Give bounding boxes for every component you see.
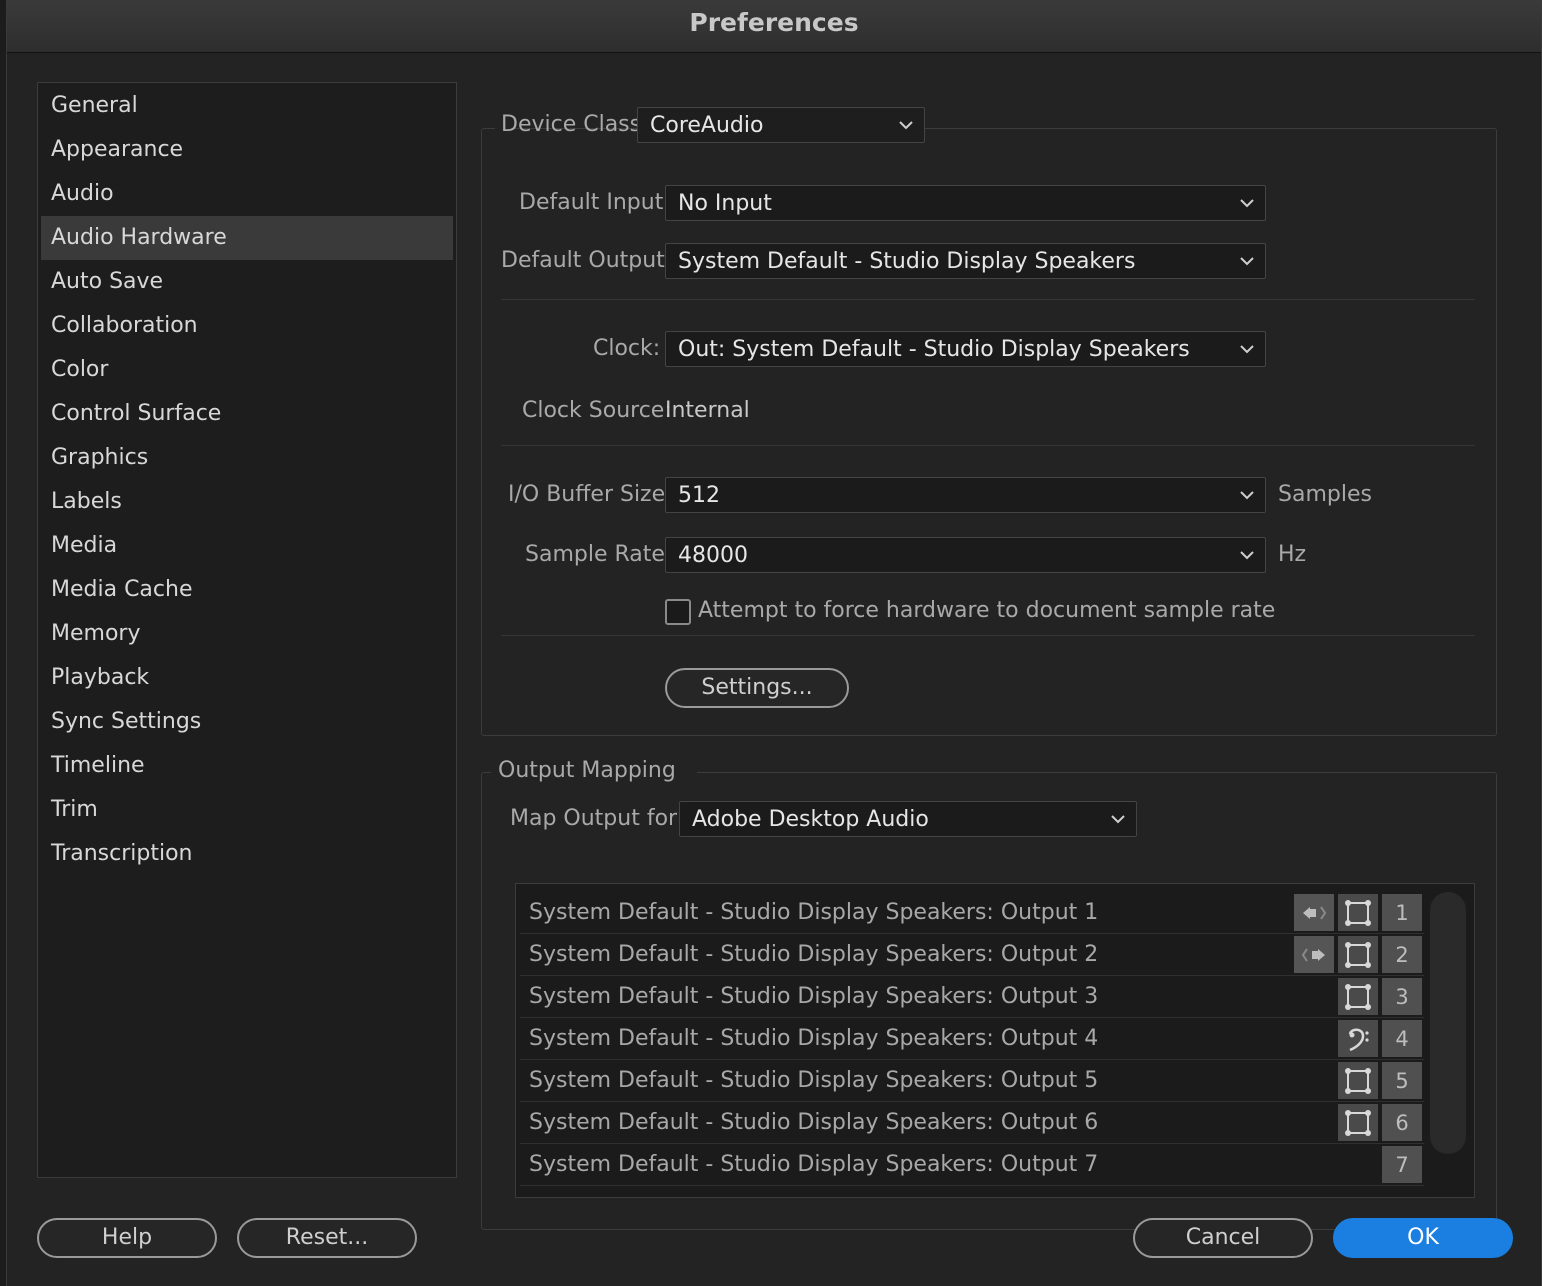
- buffer-size-select[interactable]: 512: [665, 477, 1266, 513]
- preferences-window: Preferences General Appearance Audio Audio …: [6, 0, 1542, 1286]
- sample-rate-label: Sample Rate:: [525, 542, 673, 567]
- map-output-for-label: Map Output for:: [510, 806, 685, 831]
- output-row-label: System Default - Studio Display Speakers…: [529, 1068, 1099, 1093]
- buffer-size-value: 512: [678, 483, 720, 508]
- sidebar-list: General Appearance Audio Audio Hardware Auto…: [38, 83, 456, 876]
- clock-select[interactable]: Out: System Default - Studio Display Spe…: [665, 331, 1266, 367]
- right-speaker-icon[interactable]: [1294, 936, 1334, 973]
- channel-number[interactable]: 7: [1382, 1146, 1422, 1183]
- force-sample-rate-label: Attempt to force hardware to document sa…: [698, 598, 1276, 623]
- output-row-label: System Default - Studio Display Speakers…: [529, 900, 1099, 925]
- reset-button[interactable]: Reset...: [237, 1218, 417, 1258]
- sidebar-item-media[interactable]: Media: [41, 524, 453, 568]
- default-output-value: System Default - Studio Display Speakers: [678, 249, 1136, 274]
- divider: [501, 635, 1475, 636]
- mono-speaker-icon[interactable]: [1338, 978, 1378, 1015]
- cancel-button[interactable]: Cancel: [1133, 1218, 1313, 1258]
- channel-number[interactable]: 5: [1382, 1062, 1422, 1099]
- clock-source-label: Clock Source:: [522, 398, 672, 423]
- chevron-down-icon: [1111, 815, 1125, 824]
- sample-rate-value: 48000: [678, 543, 748, 568]
- buffer-unit: Samples: [1278, 482, 1372, 507]
- window-title: Preferences: [7, 0, 1541, 53]
- sidebar-item-trim[interactable]: Trim: [41, 788, 453, 832]
- output-mapping-row[interactable]: System Default - Studio Display Speakers…: [520, 1102, 1424, 1144]
- output-row-label: System Default - Studio Display Speakers…: [529, 1152, 1099, 1177]
- left-speaker-icon[interactable]: [1294, 894, 1334, 931]
- output-mapping-list: System Default - Studio Display Speakers…: [515, 883, 1475, 1198]
- clock-source-value: Internal: [665, 398, 750, 423]
- sidebar-item-auto-save[interactable]: Auto Save: [41, 260, 453, 304]
- sidebar-item-appearance[interactable]: Appearance: [41, 128, 453, 172]
- output-mapping-row[interactable]: System Default - Studio Display Speakers…: [520, 1060, 1424, 1102]
- sidebar-item-labels[interactable]: Labels: [41, 480, 453, 524]
- sidebar-item-transcription[interactable]: Transcription: [41, 832, 453, 876]
- default-output-label: Default Output:: [501, 248, 673, 273]
- sidebar-item-control-surface[interactable]: Control Surface: [41, 392, 453, 436]
- default-input-value: No Input: [678, 191, 772, 216]
- sidebar-item-general[interactable]: General: [41, 84, 453, 128]
- lfe-bass-clef-icon[interactable]: [1338, 1020, 1378, 1057]
- sidebar-item-collaboration[interactable]: Collaboration: [41, 304, 453, 348]
- channel-number[interactable]: 6: [1382, 1104, 1422, 1141]
- device-class-label: Device Class:: [501, 112, 649, 137]
- chevron-down-icon: [1240, 491, 1254, 500]
- chevron-down-icon: [1240, 257, 1254, 266]
- sample-rate-unit: Hz: [1278, 542, 1307, 567]
- mono-speaker-icon[interactable]: [1338, 936, 1378, 973]
- channel-number[interactable]: 3: [1382, 978, 1422, 1015]
- sidebar-item-sync-settings[interactable]: Sync Settings: [41, 700, 453, 744]
- device-class-select[interactable]: CoreAudio: [637, 107, 925, 143]
- sidebar-item-color[interactable]: Color: [41, 348, 453, 392]
- default-input-label: Default Input:: [519, 190, 671, 215]
- output-mapping-row[interactable]: System Default - Studio Display Speakers…: [520, 976, 1424, 1018]
- sidebar-item-audio[interactable]: Audio: [41, 172, 453, 216]
- chevron-down-icon: [1240, 551, 1254, 560]
- mono-speaker-icon[interactable]: [1338, 894, 1378, 931]
- list-scrollbar[interactable]: [1430, 892, 1466, 1154]
- divider: [501, 445, 1475, 446]
- output-row-label: System Default - Studio Display Speakers…: [529, 984, 1099, 1009]
- preferences-sidebar: General Appearance Audio Audio Hardware Auto…: [37, 82, 457, 1178]
- sidebar-item-media-cache[interactable]: Media Cache: [41, 568, 453, 612]
- chevron-down-icon: [899, 121, 913, 130]
- channel-number[interactable]: 4: [1382, 1020, 1422, 1057]
- device-class-value: CoreAudio: [650, 113, 764, 138]
- map-output-for-select[interactable]: Adobe Desktop Audio: [679, 801, 1137, 837]
- output-row-label: System Default - Studio Display Speakers…: [529, 1110, 1099, 1135]
- chevron-down-icon: [1240, 345, 1254, 354]
- map-output-for-value: Adobe Desktop Audio: [692, 807, 929, 832]
- help-button[interactable]: Help: [37, 1218, 217, 1258]
- mono-speaker-icon[interactable]: [1338, 1104, 1378, 1141]
- sidebar-item-playback[interactable]: Playback: [41, 656, 453, 700]
- output-row-label: System Default - Studio Display Speakers…: [529, 1026, 1099, 1051]
- force-sample-rate-checkbox[interactable]: [665, 599, 691, 625]
- channel-number[interactable]: 1: [1382, 894, 1422, 931]
- output-row-label: System Default - Studio Display Speakers…: [529, 942, 1099, 967]
- output-mapping-title: Output Mapping: [498, 758, 676, 783]
- output-mapping-row[interactable]: System Default - Studio Display Speakers…: [520, 892, 1424, 934]
- output-mapping-row[interactable]: System Default - Studio Display Speakers…: [520, 1144, 1424, 1186]
- buffer-size-label: I/O Buffer Size:: [508, 482, 673, 507]
- chevron-down-icon: [1240, 199, 1254, 208]
- clock-value: Out: System Default - Studio Display Spe…: [678, 337, 1190, 362]
- default-output-select[interactable]: System Default - Studio Display Speakers: [665, 243, 1266, 279]
- output-mapping-row[interactable]: System Default - Studio Display Speakers…: [520, 934, 1424, 976]
- sidebar-item-graphics[interactable]: Graphics: [41, 436, 453, 480]
- settings-button[interactable]: Settings...: [665, 668, 849, 708]
- sidebar-item-timeline[interactable]: Timeline: [41, 744, 453, 788]
- sidebar-item-audio-hardware[interactable]: Audio Hardware: [41, 216, 453, 260]
- sidebar-item-memory[interactable]: Memory: [41, 612, 453, 656]
- clock-label: Clock:: [593, 336, 661, 361]
- sample-rate-select[interactable]: 48000: [665, 537, 1266, 573]
- ok-button[interactable]: OK: [1333, 1218, 1513, 1258]
- mono-speaker-icon[interactable]: [1338, 1062, 1378, 1099]
- divider: [501, 299, 1475, 300]
- channel-number[interactable]: 2: [1382, 936, 1422, 973]
- output-mapping-row[interactable]: System Default - Studio Display Speakers…: [520, 1018, 1424, 1060]
- default-input-select[interactable]: No Input: [665, 185, 1266, 221]
